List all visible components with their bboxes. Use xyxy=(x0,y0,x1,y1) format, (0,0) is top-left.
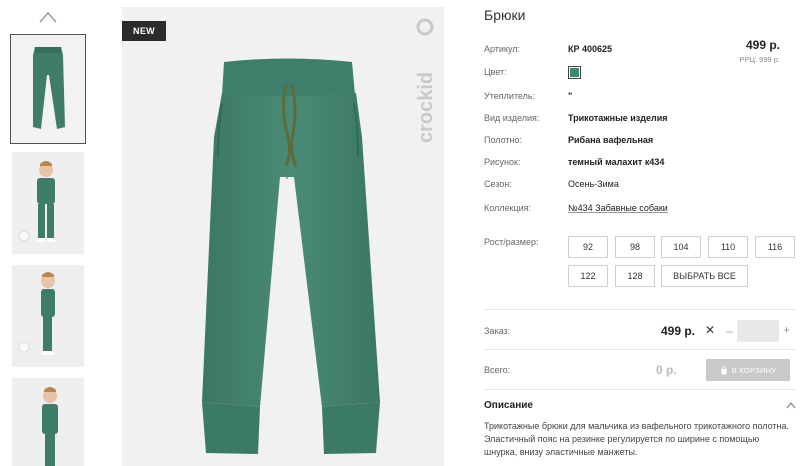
insulation-value: " xyxy=(568,91,573,101)
product-type-label: Вид изделия: xyxy=(484,113,540,123)
pants-thumbnail-image xyxy=(11,35,85,143)
brand-logo-text: crockid xyxy=(415,72,437,143)
total-label: Всего: xyxy=(484,365,511,375)
order-label: Заказ: xyxy=(484,326,511,336)
divider xyxy=(484,349,796,350)
quantity-input[interactable] xyxy=(737,320,779,342)
model-profile-thumbnail-image xyxy=(12,378,84,466)
add-to-cart-button[interactable]: В КОРЗИНУ xyxy=(706,359,790,381)
divider xyxy=(484,389,796,390)
product-title: Брюки xyxy=(484,7,526,23)
color-swatch-fill xyxy=(570,68,579,77)
product-info-panel: Брюки 499 р. РРЦ: 999 р. Артикул: КР 400… xyxy=(484,0,800,466)
chevron-up-icon[interactable] xyxy=(786,401,796,409)
quantity-increase-button[interactable]: + xyxy=(783,323,790,337)
thumbnail-model-front[interactable] xyxy=(12,152,84,254)
size-button-92[interactable]: 92 xyxy=(568,236,608,258)
size-button-98[interactable]: 98 xyxy=(615,236,655,258)
add-to-cart-label: В КОРЗИНУ xyxy=(731,365,777,375)
size-button-128[interactable]: 128 xyxy=(615,265,655,287)
quantity-decrease-button[interactable]: – xyxy=(726,324,733,338)
recommended-price: РРЦ: 999 р. xyxy=(739,55,780,64)
pattern-label: Рисунок: xyxy=(484,157,521,167)
season-label: Сезон: xyxy=(484,179,512,189)
thumbnail-pants[interactable] xyxy=(10,34,86,144)
product-type-value: Трикотажные изделия xyxy=(568,113,668,123)
main-product-image[interactable]: NEW crockid xyxy=(122,7,444,466)
thumbnail-model-side[interactable] xyxy=(12,265,84,367)
collection-label: Коллекция: xyxy=(484,203,532,213)
description-text: Трикотажные брюки для мальчика из вафель… xyxy=(484,421,790,457)
brand-logo: crockid xyxy=(415,18,437,143)
thumbnail-model-profile[interactable] xyxy=(12,378,84,466)
description-title[interactable]: Описание xyxy=(484,400,533,411)
chevron-up-icon[interactable] xyxy=(38,10,58,24)
select-all-sizes-button[interactable]: ВЫБРАТЬ ВСЕ xyxy=(661,265,748,287)
collection-link[interactable]: №434 Забавные собаки xyxy=(568,203,668,213)
cart-icon xyxy=(720,365,727,374)
fabric-value: Рибана вафельная xyxy=(568,135,654,145)
insulation-label: Утеплитель: xyxy=(484,91,536,101)
color-swatch[interactable] xyxy=(568,66,581,79)
season-value: Осень-Зима xyxy=(568,179,619,189)
new-badge: NEW xyxy=(122,21,166,41)
pants-image xyxy=(202,58,380,454)
fabric-label: Полотно: xyxy=(484,135,523,145)
size-button-104[interactable]: 104 xyxy=(661,236,701,258)
thumbnail-gallery xyxy=(0,0,100,466)
size-button-116[interactable]: 116 xyxy=(755,236,795,258)
total-value: 0 р. xyxy=(656,363,677,377)
model-front-thumbnail-image xyxy=(12,152,84,254)
size-label: Рост/размер: xyxy=(484,237,539,247)
pattern-value: темный малахит к434 xyxy=(568,157,665,167)
multiply-icon: ✕ xyxy=(705,323,716,337)
color-label: Цвет: xyxy=(484,67,507,77)
size-button-122[interactable]: 122 xyxy=(568,265,608,287)
article-label: Артикул: xyxy=(484,44,521,54)
size-button-110[interactable]: 110 xyxy=(708,236,748,258)
divider xyxy=(484,309,796,310)
product-price: 499 р. xyxy=(745,38,780,52)
model-side-thumbnail-image xyxy=(12,265,84,367)
article-value: КР 400625 xyxy=(568,44,613,54)
order-price: 499 р. xyxy=(661,324,696,338)
